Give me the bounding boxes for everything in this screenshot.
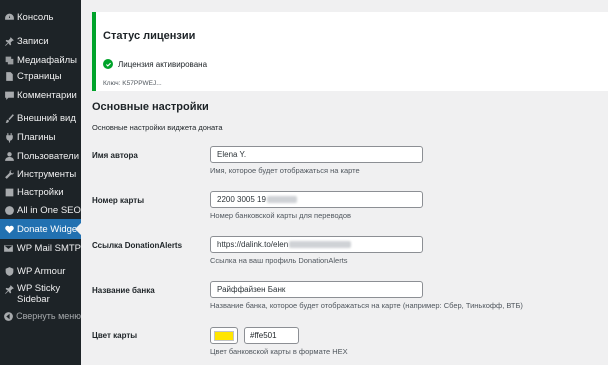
sidebar-item-label: Комментарии [17, 89, 77, 101]
sidebar-item-all-in-one-seo[interactable]: All in One SEO [0, 200, 81, 220]
bank-name-label: Название банка [92, 286, 155, 295]
card-number-label: Номер карты [92, 196, 145, 205]
sticky-icon [2, 284, 16, 295]
sidebar-item-label: WP Mail SMTP [16, 242, 81, 254]
sidebar-item-appearance[interactable]: Внешний вид [0, 108, 81, 128]
color-swatch [214, 330, 234, 341]
pin-icon [2, 36, 16, 47]
sidebar-item-wp-armour[interactable]: WP Armour [0, 261, 81, 281]
license-status-text: Лицензия активирована [118, 59, 208, 69]
shield-icon [2, 266, 16, 277]
section-title: Основные настройки [92, 101, 209, 113]
donate-icon [2, 224, 16, 235]
sidebar-item-label: Настройки [17, 186, 64, 198]
license-key: Ключ: K57PPWEJ... [103, 80, 162, 87]
admin-sidebar: Консоль Записи Медиафайлы Страницы Комме… [0, 0, 81, 365]
wrench-icon [2, 169, 16, 180]
sidebar-item-settings[interactable]: Настройки [0, 182, 81, 202]
users-icon [2, 151, 16, 162]
plugin-icon [2, 132, 16, 143]
sidebar-item-label: Медиафайлы [17, 54, 78, 66]
card-number-input[interactable]: 2200 3005 19 [210, 191, 423, 208]
brush-icon [2, 113, 16, 124]
sidebar-item-label: Donate Widget [17, 223, 80, 235]
bank-name-value: Райффайзен Банк [217, 285, 286, 294]
sidebar-item-comments[interactable]: Комментарии [0, 85, 81, 105]
sidebar-item-label: Консоль [17, 11, 54, 23]
license-notice: Статус лицензии Лицензия активирована Кл… [92, 12, 608, 91]
sidebar-item-label: Пользователи [17, 150, 80, 162]
sidebar-item-label: WP Sticky Sidebar [17, 283, 61, 305]
author-input[interactable]: Elena Y. [210, 146, 423, 163]
media-icon [2, 55, 16, 66]
card-color-label: Цвет карты [92, 331, 138, 340]
sidebar-item-label: All in One SEO [17, 204, 81, 216]
card-color-hint: Цвет банковской карты в формате HEX [210, 347, 348, 356]
sidebar-item-plugins[interactable]: Плагины [0, 127, 81, 147]
card-number-value: 2200 3005 19 [217, 195, 266, 204]
mail-icon [2, 243, 16, 254]
sidebar-item-pages[interactable]: Страницы [0, 66, 81, 86]
donationalerts-link-value: https://dalink.to/elen [217, 240, 289, 249]
author-hint: Имя, которое будет отображаться на карте [210, 166, 360, 175]
main-content: Статус лицензии Лицензия активирована Кл… [81, 0, 608, 365]
sidebar-item-wp-mail-smtp[interactable]: WP Mail SMTP [0, 238, 81, 258]
sidebar-item-console[interactable]: Консоль [0, 7, 81, 27]
redacted-blur [289, 241, 352, 249]
author-label: Имя автора [92, 151, 138, 160]
donationalerts-link-hint: Ссылка на ваш профиль DonationAlerts [210, 256, 348, 265]
check-icon [103, 59, 113, 69]
card-color-input[interactable]: #ffe501 [244, 327, 299, 344]
pages-icon [2, 71, 16, 82]
license-status: Лицензия активирована [103, 59, 207, 69]
bank-name-input[interactable]: Райффайзен Банк [210, 281, 423, 298]
bank-name-hint: Название банка, которое будет отображать… [210, 301, 523, 310]
sidebar-item-label: Внешний вид [17, 112, 76, 124]
color-picker-button[interactable] [210, 327, 238, 344]
section-description: Основные настройки виджета доната [92, 123, 223, 132]
sidebar-item-label: Инструменты [17, 168, 77, 180]
sidebar-item-label: Записи [17, 35, 49, 47]
settings-icon [2, 187, 16, 198]
collapse-icon [2, 311, 15, 322]
sidebar-item-label: Плагины [17, 131, 56, 143]
sidebar-item-label: WP Armour [17, 265, 66, 277]
sidebar-item-tools[interactable]: Инструменты [0, 164, 81, 184]
sidebar-item-label: Страницы [17, 70, 62, 82]
collapse-menu-button[interactable]: Свернуть меню [0, 306, 81, 326]
donationalerts-link-input[interactable]: https://dalink.to/elen [210, 236, 423, 253]
author-input-value: Elena Y. [217, 150, 247, 159]
card-color-value: #ffe501 [250, 331, 277, 340]
seo-icon [2, 205, 16, 216]
donationalerts-link-label: Ссылка DonationAlerts [92, 241, 183, 250]
sidebar-item-donate-widget[interactable]: Donate Widget [0, 219, 81, 239]
dashboard-icon [2, 12, 16, 23]
license-title: Статус лицензии [103, 30, 196, 42]
sidebar-item-users[interactable]: Пользователи [0, 146, 81, 166]
comment-icon [2, 90, 16, 101]
card-number-hint: Номер банковской карты для переводов [210, 211, 352, 220]
sidebar-item-label: Свернуть меню [16, 311, 81, 321]
sidebar-item-posts[interactable]: Записи [0, 31, 81, 51]
redacted-blur [266, 196, 297, 204]
